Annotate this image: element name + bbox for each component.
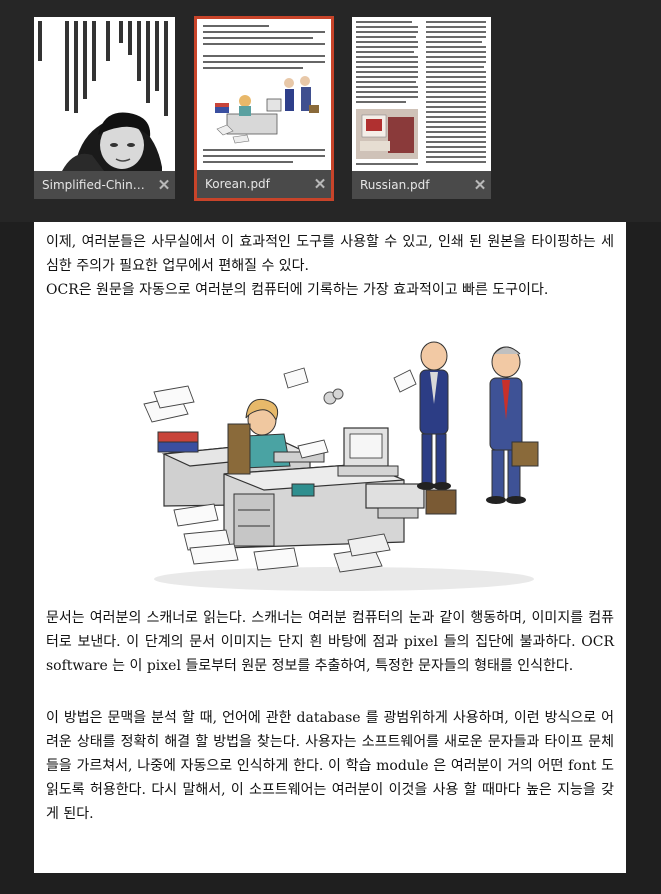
tab-label: Korean.pdf [205, 177, 270, 191]
tab-thumbnail [197, 19, 331, 170]
tab-thumbnail [34, 17, 175, 171]
tab-russian[interactable]: Russian.pdf ✕ [352, 17, 491, 199]
document-tab-strip: Simplified-Chin… ✕ Korean.pdf ✕ Russian.… [0, 0, 661, 222]
thumbnail-preview-image [197, 19, 331, 170]
close-icon[interactable]: ✕ [309, 175, 331, 193]
tab-simplified-chinese[interactable]: Simplified-Chin… ✕ [34, 17, 175, 199]
tab-thumbnail [352, 17, 491, 171]
tab-label-bar: Korean.pdf ✕ [197, 170, 331, 198]
paragraph-3: 문서는 여러분의 스캐너로 읽는다. 스캐너는 여러분 컴퓨터의 눈과 같이 행… [46, 610, 614, 674]
tab-korean[interactable]: Korean.pdf ✕ [194, 16, 334, 201]
paragraph-4: 이 방법은 문맥을 분석 할 때, 언어에 관한 database 를 광범위하… [46, 710, 614, 822]
paragraph-block-4: 이 방법은 문맥을 분석 할 때, 언어에 관한 database 를 광범위하… [46, 706, 614, 826]
office-cartoon-illustration [143, 341, 539, 591]
paragraph-block-3: 문서는 여러분의 스캐너로 읽는다. 스캐너는 여러분 컴퓨터의 눈과 같이 행… [46, 606, 614, 678]
tab-label-bar: Simplified-Chin… ✕ [34, 171, 175, 199]
paragraph-2: OCR은 원문을 자동으로 여러분의 컴퓨터에 기록하는 가장 효과적이고 빠른… [46, 282, 549, 298]
thumbnail-preview-image [34, 17, 175, 171]
tab-label: Russian.pdf [360, 178, 430, 192]
document-page: 이제, 여러분들은 사무실에서 이 효과적인 도구를 사용할 수 있고, 인쇄 … [34, 222, 626, 873]
paragraph-intro: 이제, 여러분들은 사무실에서 이 효과적인 도구를 사용할 수 있고, 인쇄 … [46, 230, 614, 302]
thumbnail-preview-image [352, 17, 491, 171]
tab-label-bar: Russian.pdf ✕ [352, 171, 491, 199]
close-icon[interactable]: ✕ [153, 176, 175, 194]
tab-label: Simplified-Chin… [42, 178, 145, 192]
paragraph-1: 이제, 여러분들은 사무실에서 이 효과적인 도구를 사용할 수 있고, 인쇄 … [46, 234, 614, 274]
close-icon[interactable]: ✕ [469, 176, 491, 194]
